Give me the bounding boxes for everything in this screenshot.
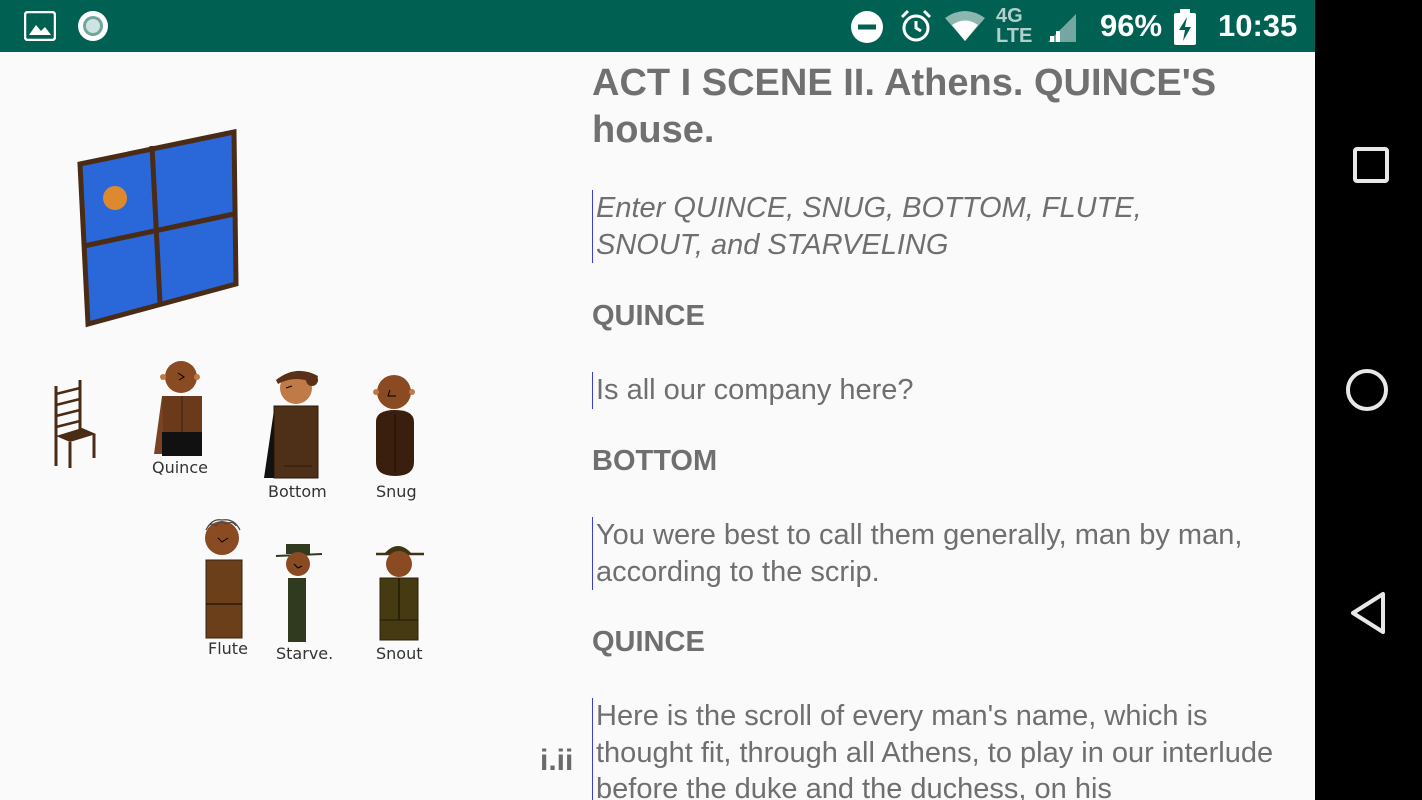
- character-label-quince: Quince: [152, 458, 208, 477]
- character-snout-figure: [376, 546, 424, 641]
- character-bottom-figure: [264, 370, 319, 479]
- speaker-bottom: BOTTOM: [592, 445, 718, 477]
- character-label-bottom: Bottom: [268, 482, 327, 501]
- stage-view: Quince Bottom Snug Flute Starve. Snout: [0, 52, 560, 800]
- home-button[interactable]: [1344, 367, 1390, 413]
- character-label-starveling: Starve.: [276, 644, 334, 663]
- status-bar: 4G LTE 96% 10:35: [0, 0, 1315, 52]
- recent-apps-button[interactable]: [1351, 145, 1391, 185]
- stage-direction[interactable]: Enter QUINCE, SNUG, BOTTOM, FLUTE, SNOUT…: [592, 190, 1236, 263]
- do-not-disturb-icon: [851, 11, 883, 43]
- character-starveling-figure: [275, 544, 323, 642]
- character-label-snout: Snout: [376, 644, 423, 663]
- scene-title: ACT I SCENE II. Athens. QUINCE'S house.: [592, 62, 1217, 151]
- character-label-flute: Flute: [208, 639, 248, 658]
- app-notification-icon: [78, 11, 108, 41]
- alarm-icon: [900, 9, 932, 42]
- character-flute-figure: [205, 519, 243, 639]
- speaker-quince: QUINCE: [592, 626, 705, 658]
- character-label-snug: Snug: [376, 482, 417, 501]
- sun-moon-shape: [103, 186, 127, 210]
- wifi-icon: [945, 11, 985, 41]
- speaker-quince: QUINCE: [592, 300, 705, 332]
- network-type: 4G LTE: [996, 5, 1033, 47]
- speech-line[interactable]: Here is the scroll of every man's name, …: [592, 698, 1286, 800]
- script-text-panel[interactable]: ACT I SCENE II. Athens. QUINCE'S house. …: [592, 52, 1292, 800]
- house-window: [77, 128, 239, 328]
- speech-line[interactable]: You were best to call them generally, ma…: [592, 517, 1286, 590]
- app-content: Quince Bottom Snug Flute Starve. Snout A…: [0, 52, 1315, 800]
- character-snug-figure: [373, 375, 415, 476]
- battery-percentage: 96%: [1100, 8, 1163, 43]
- clock: 10:35: [1218, 8, 1298, 43]
- cell-signal-icon: [1048, 14, 1076, 42]
- back-button[interactable]: [1347, 590, 1391, 636]
- gallery-notification-icon: [24, 11, 56, 41]
- speech-line[interactable]: Is all our company here?: [592, 372, 1286, 409]
- scene-marker: i.ii: [540, 744, 574, 777]
- character-quince-figure: [154, 361, 202, 456]
- chair-prop: [54, 380, 96, 468]
- navigation-bar: [1315, 0, 1422, 800]
- battery-charging-icon: [1174, 9, 1196, 45]
